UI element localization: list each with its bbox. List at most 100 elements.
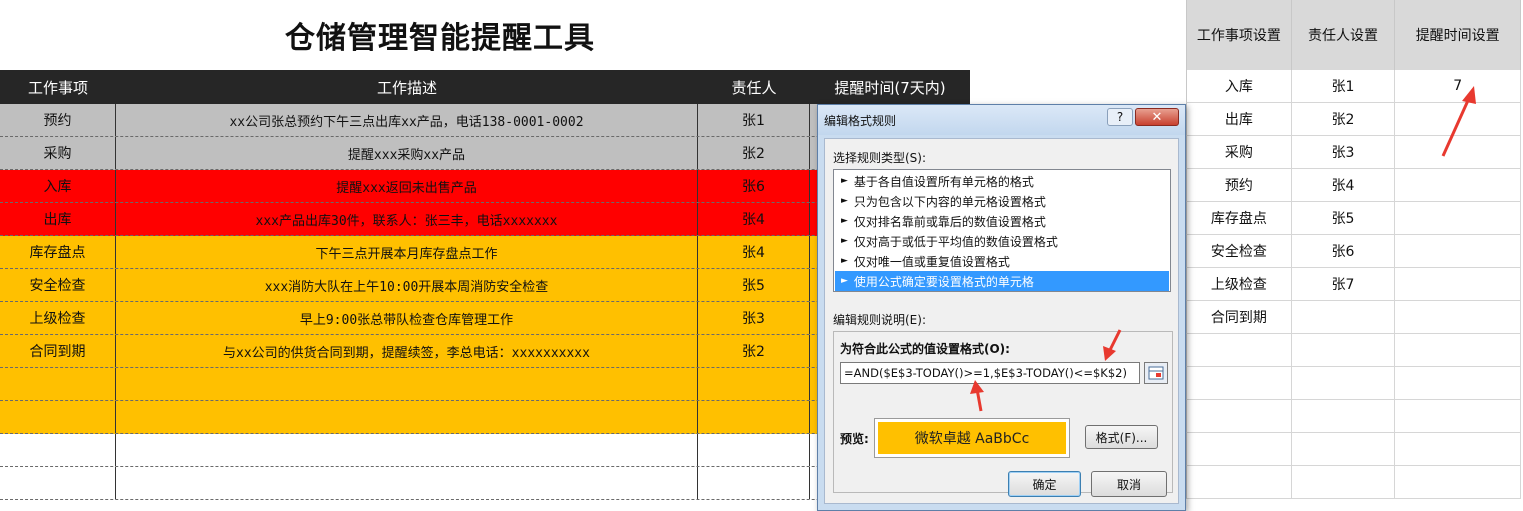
cell-days-setting[interactable] <box>1395 103 1521 135</box>
cell-work-desc[interactable]: 与xx公司的供货合同到期，提醒续签，李总电话：xxxxxxxxxx <box>116 335 698 367</box>
cell-item-setting[interactable]: 合同到期 <box>1187 301 1292 333</box>
rule-type-item[interactable]: ► 使用公式确定要设置格式的单元格 <box>835 271 1169 291</box>
header-person[interactable]: 责任人 <box>698 70 810 104</box>
cell-person-setting[interactable] <box>1292 334 1396 366</box>
cell-item-setting[interactable]: 安全检查 <box>1187 235 1292 267</box>
cell-person[interactable]: 张4 <box>698 236 810 268</box>
rule-type-item[interactable]: ► 仅对排名靠前或靠后的数值设置格式 <box>835 211 1169 231</box>
cell-days-setting[interactable] <box>1395 268 1521 300</box>
rule-type-item[interactable]: ► 基于各自值设置所有单元格的格式 <box>835 171 1169 191</box>
cell-work-item[interactable]: 安全检查 <box>0 269 116 301</box>
cell-work-desc[interactable]: xxx消防大队在上午10:00开展本周消防安全检查 <box>116 269 698 301</box>
close-button[interactable]: ✕ <box>1135 108 1179 126</box>
rule-type-item[interactable]: ► 仅对高于或低于平均值的数值设置格式 <box>835 231 1169 251</box>
cell-work-item[interactable]: 采购 <box>0 137 116 169</box>
cell-person-setting[interactable]: 张2 <box>1292 103 1396 135</box>
cell-work-item[interactable]: 上级检查 <box>0 302 116 334</box>
cell-work-desc[interactable]: 提醒xxx采购xx产品 <box>116 137 698 169</box>
cell-days-setting[interactable]: 7 <box>1395 70 1521 102</box>
settings-row[interactable]: 采购 张3 <box>1186 136 1521 169</box>
cell-item-setting[interactable] <box>1187 400 1292 432</box>
cell-person[interactable]: 张4 <box>698 203 810 235</box>
cell-work-desc[interactable]: xxx产品出库30件，联系人：张三丰，电话xxxxxxx <box>116 203 698 235</box>
cell-person[interactable]: 张5 <box>698 269 810 301</box>
settings-row[interactable]: 合同到期 <box>1186 301 1521 334</box>
cell-item-setting[interactable]: 入库 <box>1187 70 1292 102</box>
cell-person[interactable]: 张3 <box>698 302 810 334</box>
ok-button[interactable]: 确定 <box>1008 471 1081 497</box>
cell-item-setting[interactable]: 上级检查 <box>1187 268 1292 300</box>
cell-days-setting[interactable] <box>1395 466 1521 498</box>
header-item-setting[interactable]: 工作事项设置 <box>1187 0 1292 70</box>
cell-days-setting[interactable] <box>1395 433 1521 465</box>
rule-type-item[interactable]: ► 只为包含以下内容的单元格设置格式 <box>835 191 1169 211</box>
cell-work-desc[interactable]: xx公司张总预约下午三点出库xx产品，电话138-0001-0002 <box>116 104 698 136</box>
cell-person[interactable]: 张1 <box>698 104 810 136</box>
cell-person[interactable] <box>698 401 810 433</box>
cell-item-setting[interactable]: 采购 <box>1187 136 1292 168</box>
cell-days-setting[interactable] <box>1395 169 1521 201</box>
cell-days-setting[interactable] <box>1395 235 1521 267</box>
cell-item-setting[interactable] <box>1187 367 1292 399</box>
formula-input[interactable]: =AND($E$3-TODAY()>=1,$E$3-TODAY()<=$K$2) <box>840 362 1140 384</box>
cell-person[interactable]: 张6 <box>698 170 810 202</box>
header-work-desc[interactable]: 工作描述 <box>116 70 698 104</box>
cell-work-desc[interactable]: 下午三点开展本月库存盘点工作 <box>116 236 698 268</box>
settings-row[interactable]: 上级检查 张7 <box>1186 268 1521 301</box>
settings-row[interactable]: 库存盘点 张5 <box>1186 202 1521 235</box>
cell-days-setting[interactable] <box>1395 367 1521 399</box>
cell-work-item[interactable]: 库存盘点 <box>0 236 116 268</box>
rule-type-item[interactable]: ► 仅对唯一值或重复值设置格式 <box>835 251 1169 271</box>
cell-person-setting[interactable] <box>1292 466 1396 498</box>
cell-person-setting[interactable] <box>1292 301 1396 333</box>
cell-days-setting[interactable] <box>1395 334 1521 366</box>
cell-item-setting[interactable]: 库存盘点 <box>1187 202 1292 234</box>
cell-work-desc[interactable]: 早上9:00张总带队检查仓库管理工作 <box>116 302 698 334</box>
header-remind-time[interactable]: 提醒时间(7天内) <box>810 70 970 104</box>
cell-work-desc[interactable] <box>116 401 698 433</box>
cell-work-desc[interactable]: 提醒xxx返回未出售产品 <box>116 170 698 202</box>
cell-person-setting[interactable]: 张6 <box>1292 235 1396 267</box>
cell-work-desc[interactable] <box>116 368 698 400</box>
settings-row[interactable] <box>1186 400 1521 433</box>
settings-row[interactable] <box>1186 334 1521 367</box>
cell-work-item[interactable]: 入库 <box>0 170 116 202</box>
cell-days-setting[interactable] <box>1395 400 1521 432</box>
cell-person[interactable]: 张2 <box>698 137 810 169</box>
cell-person-setting[interactable] <box>1292 400 1396 432</box>
cell-person-setting[interactable]: 张1 <box>1292 70 1396 102</box>
settings-row[interactable]: 出库 张2 <box>1186 103 1521 136</box>
cell-item-setting[interactable] <box>1187 433 1292 465</box>
cancel-button[interactable]: 取消 <box>1091 471 1167 497</box>
cell-item-setting[interactable]: 出库 <box>1187 103 1292 135</box>
cell-work-item[interactable] <box>0 401 116 433</box>
cell-work-item[interactable] <box>0 467 116 499</box>
cell-item-setting[interactable] <box>1187 466 1292 498</box>
cell-work-item[interactable]: 预约 <box>0 104 116 136</box>
settings-row[interactable]: 安全检查 张6 <box>1186 235 1521 268</box>
settings-row[interactable] <box>1186 433 1521 466</box>
settings-row[interactable]: 入库 张1 7 <box>1186 70 1521 103</box>
cell-person-setting[interactable]: 张5 <box>1292 202 1396 234</box>
cell-work-item[interactable]: 出库 <box>0 203 116 235</box>
cell-person[interactable]: 张2 <box>698 335 810 367</box>
range-select-button[interactable] <box>1144 362 1168 384</box>
rule-type-list[interactable]: ► 基于各自值设置所有单元格的格式 ► 只为包含以下内容的单元格设置格式 ► 仅对排名靠前… <box>833 169 1171 292</box>
cell-person[interactable] <box>698 434 810 466</box>
cell-work-item[interactable]: 合同到期 <box>0 335 116 367</box>
format-button[interactable]: 格式(F)... <box>1085 425 1158 449</box>
cell-days-setting[interactable] <box>1395 136 1521 168</box>
cell-person-setting[interactable]: 张7 <box>1292 268 1396 300</box>
cell-person-setting[interactable] <box>1292 367 1396 399</box>
cell-person[interactable] <box>698 467 810 499</box>
cell-person-setting[interactable] <box>1292 433 1396 465</box>
cell-days-setting[interactable] <box>1395 202 1521 234</box>
cell-work-item[interactable] <box>0 368 116 400</box>
cell-item-setting[interactable] <box>1187 334 1292 366</box>
settings-row[interactable]: 预约 张4 <box>1186 169 1521 202</box>
settings-row[interactable] <box>1186 466 1521 499</box>
cell-person-setting[interactable]: 张3 <box>1292 136 1396 168</box>
help-button[interactable]: ? <box>1107 108 1133 126</box>
cell-work-desc[interactable] <box>116 434 698 466</box>
cell-work-item[interactable] <box>0 434 116 466</box>
